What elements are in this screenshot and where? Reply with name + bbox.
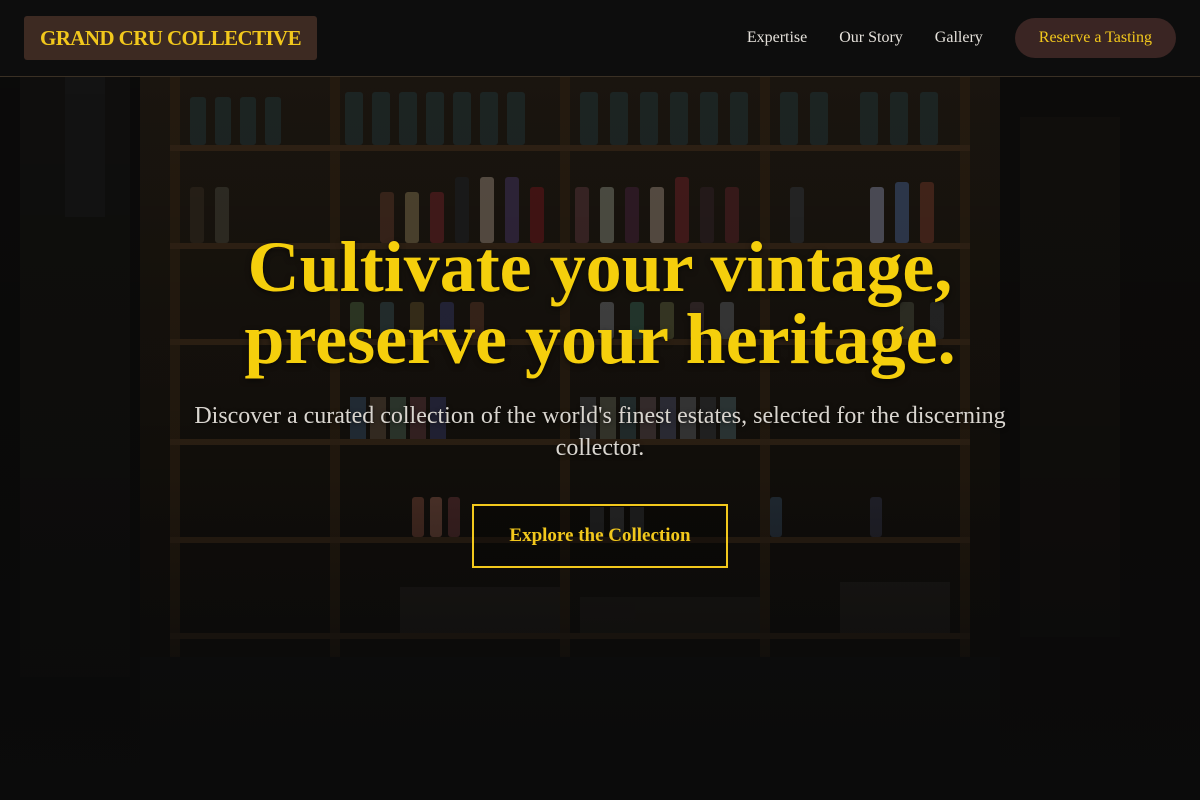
brand-logo[interactable]: GRAND CRU COLLECTIVE xyxy=(24,16,318,60)
brand-name: GRAND CRU COLLECTIVE xyxy=(40,25,302,50)
main-nav: Expertise Our Story Gallery Reserve a Ta… xyxy=(747,18,1176,58)
site-header: GRAND CRU COLLECTIVE Expertise Our Story… xyxy=(0,0,1200,77)
nav-link-gallery[interactable]: Gallery xyxy=(935,29,983,47)
hero-subtext: Discover a curated collection of the wor… xyxy=(194,403,1006,461)
hero-headline: Cultivate your vintage, preserve your he… xyxy=(100,231,1100,375)
hero-headline-line-1: Cultivate your vintage, xyxy=(247,227,953,307)
nav-link-our-story[interactable]: Our Story xyxy=(839,29,903,47)
hero-headline-line-2: preserve your heritage. xyxy=(244,299,956,379)
reserve-tasting-button[interactable]: Reserve a Tasting xyxy=(1014,18,1176,58)
nav-link-expertise[interactable]: Expertise xyxy=(747,29,807,47)
explore-collection-button[interactable]: Explore the Collection xyxy=(472,504,728,568)
